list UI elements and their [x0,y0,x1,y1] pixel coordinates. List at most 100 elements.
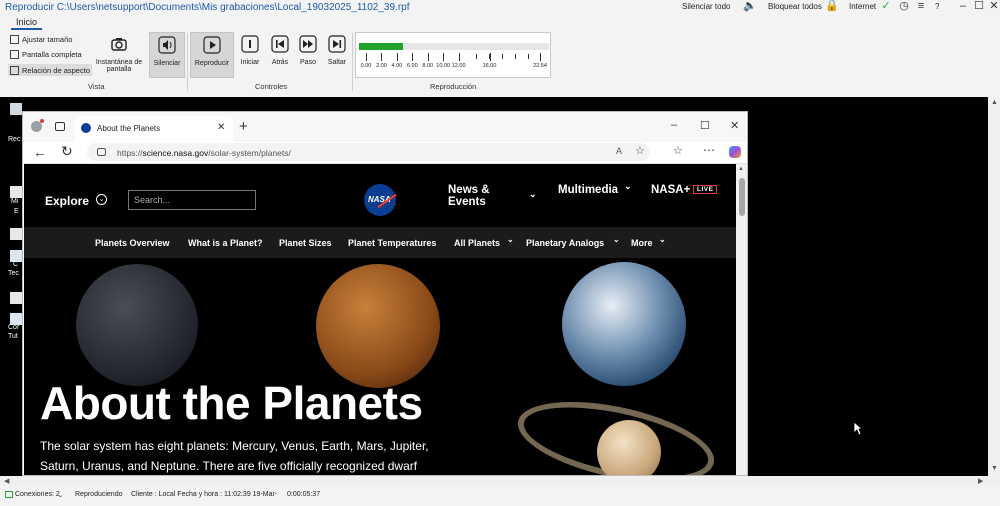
start-button[interactable]: Iniciar [237,32,263,78]
elapsed-time: 0:00:05:37 [287,491,321,498]
group-separator [352,33,353,91]
mute-all-button[interactable]: Silenciar todo [682,2,730,11]
timeline-tick [540,53,541,61]
lock-icon[interactable]: 🔒 [825,0,839,13]
timeline-tick-label: 16.00 [482,63,497,69]
close-tab-icon[interactable]: ✕ [217,122,225,133]
browser-window[interactable]: About the Planets ✕ + – ☐ ✕ ← ↻ https://… [22,111,748,476]
fit-size-label: Ajustar tamaño [22,34,73,44]
scroll-left-icon[interactable]: ◀ [4,477,9,485]
connections-count: Conexiones: 2 [15,491,60,498]
full-screen-label: Pantalla completa [22,49,82,59]
subnav-what-is-a-planet[interactable]: What is a Planet? [188,238,263,248]
timeline-minor-tick [502,54,503,59]
mute-button[interactable]: Silenciar [149,32,185,78]
maximize-icon[interactable]: ☐ [700,119,710,132]
back-button[interactable]: Atrás [267,32,293,78]
aspect-ratio-button[interactable]: Relación de aspecto [8,64,92,76]
intro-paragraph: The solar system has eight planets: Merc… [40,436,430,475]
intro-line: The solar system has eight planets: Merc… [40,439,429,453]
maximize-icon[interactable]: ☐ [973,0,985,13]
menu-icon[interactable]: ≡ [915,0,927,13]
subnav-planet-sizes[interactable]: Planet Sizes [279,238,332,248]
chevron-down-icon[interactable]: ⌄ [529,189,537,200]
controls-group-label: Controles [255,82,288,91]
internet-label[interactable]: Internet [849,2,876,11]
desktop-label: Rec [8,136,21,143]
skip-button[interactable]: Saltar [324,32,350,78]
nasa-plus-link[interactable]: NASA+ [651,184,690,196]
full-screen-button[interactable]: Pantalla completa [8,48,84,60]
snapshot-label-1: Instantánea de [95,59,143,66]
notification-dot-icon [40,119,44,123]
timeline-tick-label: 4.00 [391,63,403,69]
news-events-line-1[interactable]: News & [448,184,490,196]
news-events-line-2[interactable]: Events [448,196,486,208]
subnav-more[interactable]: More [631,238,653,248]
step-button[interactable]: Paso [295,32,321,78]
chevron-down-icon[interactable]: ⌄ [659,235,666,244]
browser-tab[interactable]: About the Planets ✕ [75,116,233,142]
chevron-down-icon[interactable]: ⌄ [58,492,63,499]
chevron-down-icon[interactable]: ⌄ [96,194,107,205]
playback-status: Reproduciendo [75,491,123,498]
scroll-up-icon[interactable]: ▲ [738,166,744,172]
lock-all-button[interactable]: Bloquear todos [768,2,822,11]
fit-size-button[interactable]: Ajustar tamaño [8,33,74,45]
clock-icon[interactable]: ◷ [898,0,910,13]
help-button[interactable]: ? [935,2,939,11]
viewer-vertical-scrollbar[interactable]: ▲ ▼ [988,97,1000,476]
minimize-icon[interactable]: – [671,119,677,131]
subnav-all-planets[interactable]: All Planets [454,238,500,248]
copilot-icon[interactable] [729,146,741,158]
progress-track[interactable] [359,43,549,50]
site-info-icon[interactable] [97,148,106,156]
title-bar: Reproducir C:\Users\netsupport\Documents… [0,0,1000,15]
explore-menu[interactable]: Explore [45,194,89,208]
subnav-planets-overview[interactable]: Planets Overview [95,238,170,248]
subnav-planetary-analogs[interactable]: Planetary Analogs [526,238,604,248]
minimize-icon[interactable]: – [957,0,969,13]
scroll-down-icon[interactable]: ▼ [991,465,998,472]
more-options-icon[interactable]: ⋯ [703,143,715,157]
nasa-logo[interactable]: NASA [364,184,397,216]
chevron-down-icon[interactable]: ⌄ [507,235,514,244]
scroll-thumb[interactable] [739,178,745,216]
page-scrollbar[interactable]: ▲ [736,164,747,475]
read-aloud-icon[interactable]: A [616,146,622,156]
close-icon[interactable]: ✕ [730,119,739,132]
search-input[interactable]: Search... [128,190,256,210]
refresh-icon[interactable]: ↻ [61,143,73,160]
timeline-tick [366,53,367,61]
scroll-right-icon[interactable]: ▶ [978,477,983,485]
multimedia-menu[interactable]: Multimedia [558,184,618,196]
timeline-tick [427,53,429,61]
mute-label: Silenciar [153,60,181,67]
timeline-tick [396,53,398,61]
viewer-horizontal-scrollbar[interactable]: ◀ ▶ [0,476,1000,486]
speaker-icon[interactable]: 🔈 [743,0,757,13]
favorite-star-icon[interactable]: ☆ [635,144,645,157]
aspect-ratio-label: Relación de aspecto [22,65,90,75]
playback-timeline[interactable]: 0.00 2.00 4.00 6.00 8.00 10.00 12.00 16.00 22.54 [355,32,551,78]
tab-inicio[interactable]: Inicio [11,16,43,30]
page-title: About the Planets [40,377,423,429]
new-tab-icon[interactable]: + [239,118,248,135]
tab-actions-icon[interactable] [55,122,65,131]
mercury-image [76,264,198,386]
scroll-up-icon[interactable]: ▲ [991,99,998,106]
timeline-tick-label: 6.00 [406,63,418,69]
address-bar[interactable]: https://science.nasa.gov/solar-system/pl… [87,143,650,161]
favorites-icon[interactable]: ☆ [673,144,683,157]
check-circle-icon[interactable]: ✓ [880,0,892,13]
back-arrow-icon[interactable]: ← [33,144,47,160]
chevron-down-icon[interactable]: ⌄ [624,181,632,192]
subnav-planet-temperatures[interactable]: Planet Temperatures [348,238,436,248]
url-text[interactable]: https://science.nasa.gov/solar-system/pl… [117,148,291,158]
play-button[interactable]: Reproducir [190,32,234,78]
desktop-label: Cor [8,324,20,331]
chevron-down-icon[interactable]: ⌄ [613,235,620,244]
close-icon[interactable]: ✕ [988,0,1000,13]
snapshot-button[interactable]: Instantánea de pantalla [93,32,145,78]
shortcut-icon [10,228,22,240]
